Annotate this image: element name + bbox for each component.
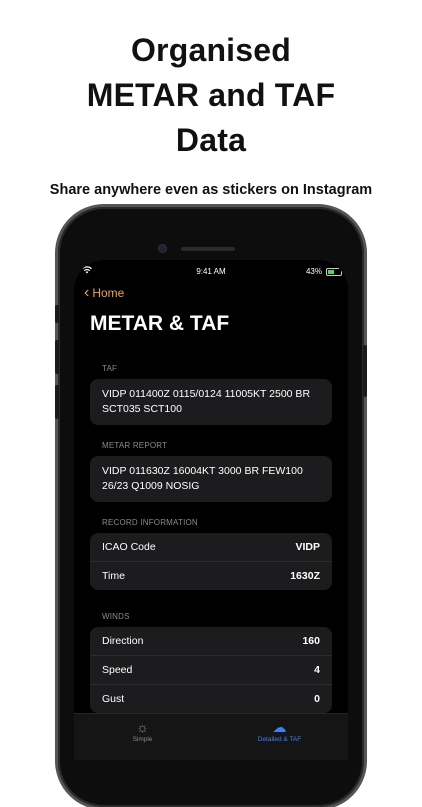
winds-key: Gust bbox=[102, 693, 125, 705]
subheadline: Share anywhere even as stickers on Insta… bbox=[49, 182, 373, 198]
taf-section-label: TAF bbox=[102, 364, 118, 373]
winds-row-gust: Gust 0 bbox=[90, 685, 332, 713]
record-key: ICAO Code bbox=[102, 541, 156, 553]
app-screen: 9:41 AM 43% ‹ Home METAR & TAF TAF VIDP … bbox=[74, 260, 348, 760]
metar-section-label: METAR REPORT bbox=[102, 441, 168, 450]
headline-line-2: METAR and TAF bbox=[86, 77, 336, 113]
metar-text: VIDP 011630Z 16004KT 3000 BR FEW100 26/2… bbox=[102, 465, 303, 492]
phone-volume-down bbox=[55, 385, 59, 419]
record-card: ICAO Code VIDP Time 1630Z bbox=[90, 533, 332, 590]
winds-card: Direction 160 Speed 4 Gust 0 bbox=[90, 627, 332, 713]
winds-row-direction: Direction 160 bbox=[90, 627, 332, 656]
tab-label: Simple bbox=[132, 736, 153, 743]
taf-text: VIDP 011400Z 0115/0124 11005KT 2500 BR S… bbox=[102, 388, 311, 415]
record-key: Time bbox=[102, 570, 125, 582]
battery-icon bbox=[326, 268, 342, 276]
metar-card: VIDP 011630Z 16004KT 3000 BR FEW100 26/2… bbox=[90, 456, 332, 502]
phone-speaker bbox=[181, 247, 235, 251]
back-label: Home bbox=[92, 286, 125, 300]
cloud-sun-icon: ☁ bbox=[272, 719, 287, 735]
sun-icon: ☼ bbox=[136, 719, 149, 735]
tab-simple[interactable]: ☼ Simple bbox=[74, 719, 211, 743]
winds-key: Direction bbox=[102, 635, 144, 647]
status-bar: 9:41 AM 43% bbox=[74, 266, 348, 280]
back-button[interactable]: ‹ Home bbox=[84, 284, 125, 301]
winds-value: 0 bbox=[314, 693, 320, 705]
phone-side-button bbox=[55, 305, 59, 323]
winds-value: 160 bbox=[302, 635, 320, 647]
record-value: 1630Z bbox=[290, 570, 320, 582]
tab-bar: ☼ Simple ☁ Detailed & TAF bbox=[74, 713, 348, 760]
winds-section-label: WINDS bbox=[102, 612, 130, 621]
phone-volume-up bbox=[55, 340, 59, 374]
winds-value: 4 bbox=[314, 664, 320, 676]
headline-line-1: Organised bbox=[130, 32, 292, 68]
headline-line-3: Data bbox=[175, 122, 247, 158]
record-value: VIDP bbox=[295, 541, 320, 553]
battery-percent: 43% bbox=[305, 267, 322, 276]
winds-key: Speed bbox=[102, 664, 133, 676]
headline: Organised METAR and TAF Data bbox=[0, 28, 422, 163]
tab-detailed-taf[interactable]: ☁ Detailed & TAF bbox=[211, 719, 348, 743]
phone-power-button bbox=[363, 345, 367, 397]
record-section-label: RECORD INFORMATION bbox=[102, 518, 198, 527]
page-title: METAR & TAF bbox=[90, 312, 230, 335]
record-row-icao: ICAO Code VIDP bbox=[90, 533, 332, 562]
tab-label: Detailed & TAF bbox=[257, 736, 302, 743]
taf-card: VIDP 011400Z 0115/0124 11005KT 2500 BR S… bbox=[90, 379, 332, 425]
record-row-time: Time 1630Z bbox=[90, 562, 332, 590]
chevron-left-icon: ‹ bbox=[84, 284, 90, 301]
phone-camera bbox=[159, 245, 166, 252]
winds-row-speed: Speed 4 bbox=[90, 656, 332, 685]
